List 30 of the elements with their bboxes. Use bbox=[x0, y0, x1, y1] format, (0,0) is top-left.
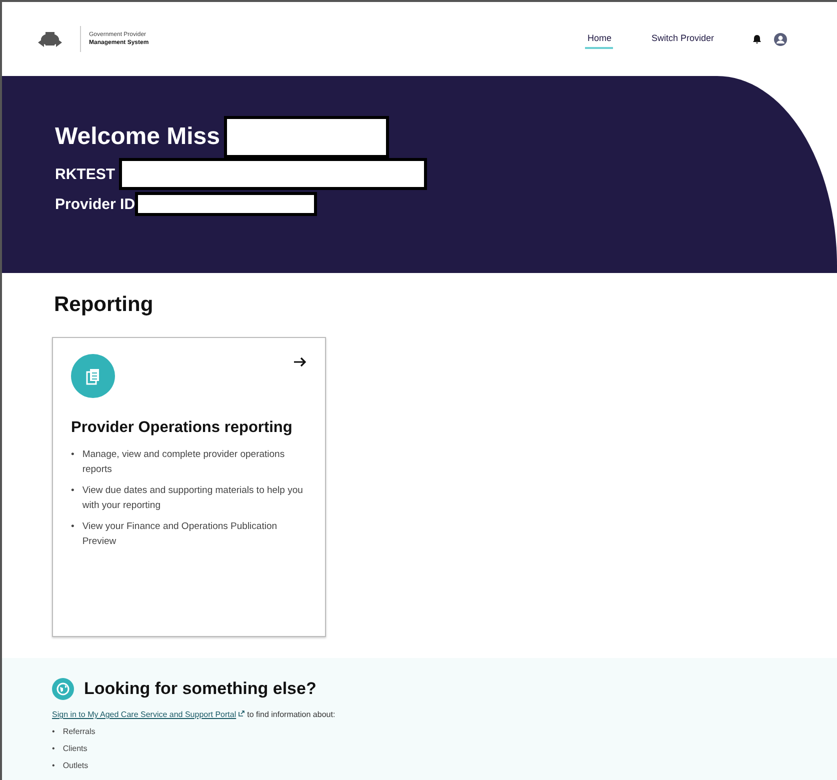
welcome-heading: Welcome Miss bbox=[55, 123, 220, 151]
nav-tab[interactable]: Home bbox=[585, 29, 614, 49]
bell-icon[interactable] bbox=[752, 34, 762, 44]
bullet: • bbox=[71, 520, 74, 534]
list-item: Clients bbox=[62, 744, 88, 753]
globe-icon bbox=[52, 678, 74, 700]
bullet: • bbox=[71, 484, 74, 498]
bullet: • bbox=[52, 744, 55, 753]
organisation-label: RKTEST bbox=[55, 166, 115, 182]
provider-id-label: Provider ID bbox=[55, 196, 136, 212]
card-title: Provider Operations reporting bbox=[71, 419, 294, 437]
bullet: • bbox=[71, 448, 74, 462]
clipboard-icon bbox=[71, 354, 115, 398]
external-link-icon bbox=[238, 710, 246, 717]
nav-tab[interactable]: Switch Provider bbox=[649, 29, 716, 49]
avatar-icon[interactable] bbox=[774, 32, 787, 46]
section-heading: Reporting bbox=[54, 293, 154, 317]
portal-link[interactable]: Sign in to My Aged Care Service and Support Portal bbox=[52, 710, 248, 719]
bullet: • bbox=[52, 727, 55, 736]
list-item: View your Finance and Operations Publication Preview bbox=[82, 520, 278, 549]
info-text: Sign in to My Aged Care Service and Support Portal to find information about: bbox=[52, 710, 336, 719]
report-card[interactable] bbox=[52, 337, 326, 637]
list-item: Referrals bbox=[62, 727, 96, 736]
bullet: • bbox=[52, 761, 55, 770]
arrow-icon[interactable] bbox=[293, 356, 307, 368]
list-item: Manage, view and complete provider operations reports bbox=[82, 448, 286, 477]
coat-of-arms-icon bbox=[38, 32, 62, 46]
section-heading: Looking for something else? bbox=[84, 679, 316, 699]
list-item: Outlets bbox=[62, 761, 88, 770]
list-item: View due dates and supporting materials to help you with your reporting bbox=[82, 484, 304, 513]
